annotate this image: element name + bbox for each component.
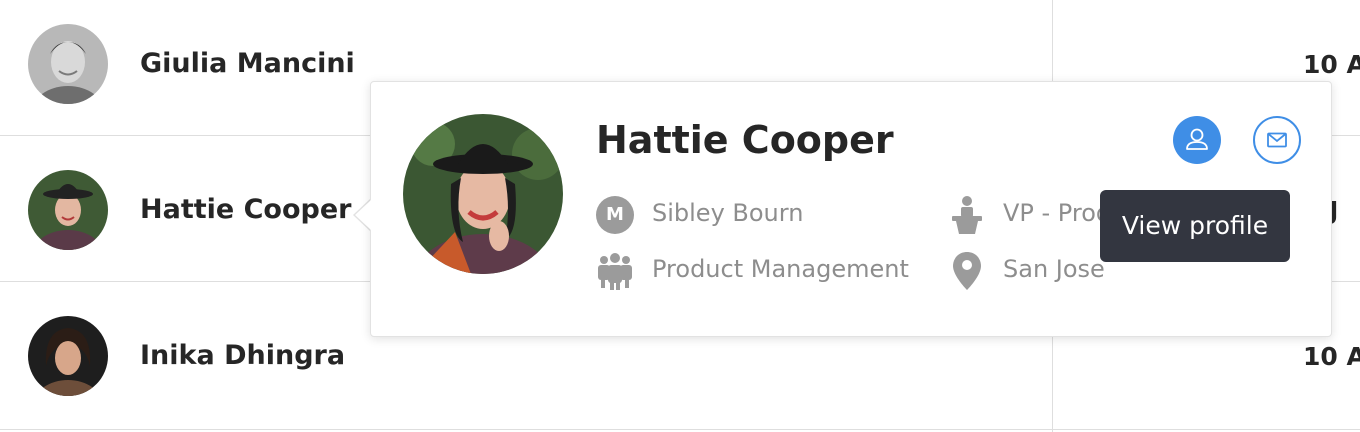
send-email-button[interactable] bbox=[1253, 116, 1301, 164]
job-title: VP - Prod bbox=[1003, 199, 1112, 227]
view-profile-button[interactable] bbox=[1173, 116, 1221, 164]
location-name: San Jose bbox=[1003, 255, 1105, 283]
person-name[interactable]: Hattie Cooper bbox=[140, 194, 351, 225]
row-date: 10 A bbox=[1303, 342, 1360, 371]
person-name[interactable]: Giulia Mancini bbox=[140, 48, 355, 79]
person-name[interactable]: Inika Dhingra bbox=[140, 340, 345, 371]
row-date: 10 A bbox=[1303, 50, 1360, 79]
department-name: Product Management bbox=[652, 255, 909, 283]
user-icon bbox=[1186, 128, 1208, 150]
popover-avatar bbox=[403, 114, 563, 274]
podium-icon bbox=[952, 196, 982, 234]
avatar[interactable] bbox=[28, 170, 108, 250]
avatar[interactable] bbox=[28, 24, 108, 104]
popover-arrow-fill bbox=[355, 200, 371, 230]
map-pin-icon bbox=[953, 252, 981, 290]
avatar[interactable] bbox=[28, 316, 108, 396]
manager-initial-badge: M bbox=[596, 196, 634, 234]
mail-icon bbox=[1267, 132, 1287, 148]
popover-name: Hattie Cooper bbox=[596, 118, 894, 162]
view-profile-tooltip: View profile bbox=[1100, 190, 1290, 262]
manager-name[interactable]: Sibley Bourn bbox=[652, 199, 803, 227]
people-icon bbox=[598, 253, 632, 290]
